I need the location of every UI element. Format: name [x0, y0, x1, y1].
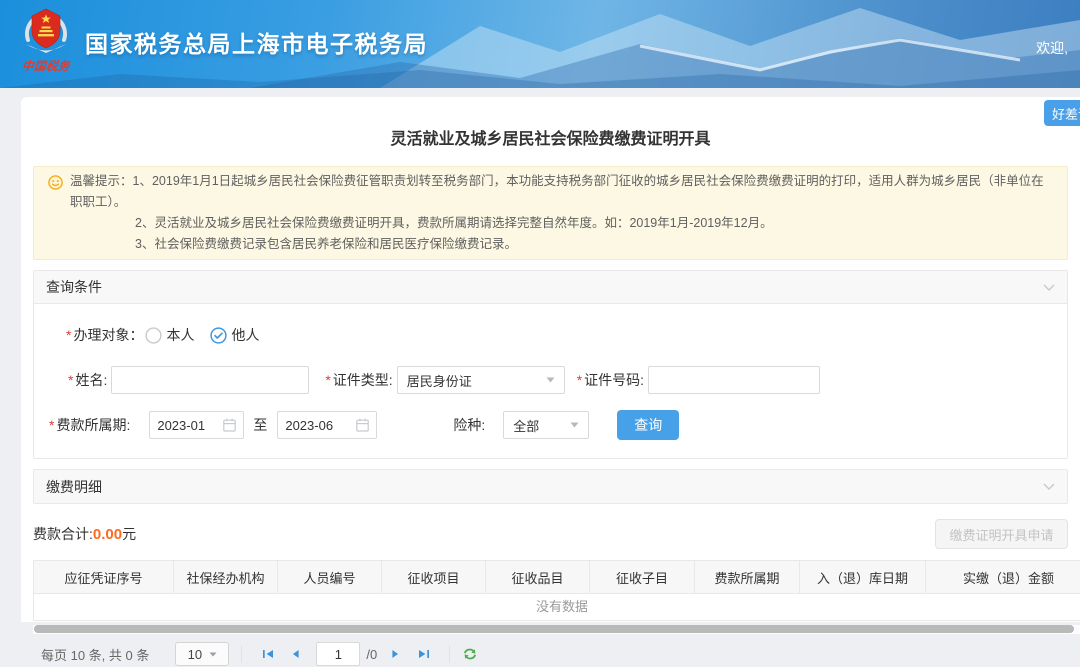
horizontal-scrollbar — [33, 625, 1080, 634]
query-section-header[interactable]: 查询条件 — [34, 271, 1067, 304]
column-header: 费款所属期 — [695, 561, 800, 593]
detail-section-header[interactable]: 缴费明细 — [34, 470, 1067, 503]
name-input[interactable] — [111, 366, 309, 394]
column-header: 实缴（退）金额 — [926, 561, 1080, 593]
cert-type-label: 证件类型: — [333, 370, 393, 390]
last-page-icon — [417, 648, 430, 660]
column-header: 征收品目 — [486, 561, 590, 593]
rating-button[interactable]: 好差评 — [1044, 100, 1080, 126]
caret-down-icon — [209, 652, 217, 657]
period-start-input[interactable]: 2023-01 — [149, 411, 244, 439]
query-form: * 办理对象： 本人 他人 * 姓名: — [34, 304, 1067, 458]
radio-unchecked-icon — [145, 327, 162, 344]
required-marker: * — [325, 372, 330, 388]
period-to-label: 至 — [253, 415, 267, 435]
caret-down-icon — [570, 422, 579, 428]
pagination-summary: 每页 10 条, 共 0 条 — [41, 645, 149, 664]
chevron-down-icon[interactable] — [1043, 483, 1055, 490]
total-value: 0.00 — [93, 526, 122, 543]
search-button[interactable]: 查询 — [617, 410, 679, 440]
required-marker: * — [577, 372, 582, 388]
horizontal-scrollbar-thumb[interactable] — [34, 625, 1074, 633]
radio-other[interactable]: 他人 — [210, 325, 259, 345]
next-page-button[interactable] — [384, 643, 406, 665]
radio-self[interactable]: 本人 — [145, 325, 194, 345]
last-page-button[interactable] — [412, 643, 434, 665]
detail-section-title: 缴费明细 — [46, 477, 102, 497]
notice-text-2: 2、灵活就业及城乡居民社会保险费缴费证明开具，费款所属期请选择完整自然年度。如：… — [135, 213, 1055, 234]
welcome-text: 欢迎, — [1036, 38, 1068, 58]
apply-certificate-button[interactable]: 缴费证明开具申请 — [935, 519, 1068, 549]
total-unit: 元 — [122, 524, 136, 544]
notice-text-1: 1、2019年1月1日起城乡居民社会保险费征管职责划转至税务部门，本功能支持税务… — [70, 174, 1044, 209]
cert-no-input[interactable] — [648, 366, 820, 394]
first-page-button[interactable] — [257, 643, 279, 665]
required-marker: * — [66, 327, 71, 343]
period-end-value: 2023-06 — [285, 418, 333, 433]
required-marker: * — [49, 417, 54, 433]
content-panel: 好差评 灵活就业及城乡居民社会保险费缴费证明开具 温馨提示：1、2019年1月1… — [21, 97, 1080, 622]
page-title: 灵活就业及城乡居民社会保险费缴费证明开具 — [21, 97, 1080, 149]
detail-section: 缴费明细 — [33, 469, 1068, 504]
column-header: 应征凭证序号 — [34, 561, 174, 593]
required-marker: * — [68, 372, 73, 388]
period-label: 费款所属期: — [56, 415, 130, 435]
first-page-icon — [262, 648, 275, 660]
site-header: 中国税务 国家税务总局上海市电子税务局 欢迎, — [0, 0, 1080, 88]
page-number-input[interactable] — [316, 642, 360, 666]
notice-box: 温馨提示：1、2019年1月1日起城乡居民社会保险费征管职责划转至税务部门，本功… — [33, 166, 1068, 260]
refresh-icon — [462, 646, 478, 662]
target-label: 办理对象： — [73, 325, 143, 345]
pagination-bar: 每页 10 条, 共 0 条 10 /0 — [41, 641, 1080, 667]
notice-line: 温馨提示：1、2019年1月1日起城乡居民社会保险费征管职责划转至税务部门，本功… — [70, 171, 1055, 213]
page-size-value: 10 — [188, 647, 202, 662]
tax-bureau-logo: 中国税务 — [14, 4, 78, 74]
insurance-label: 险种: — [453, 415, 485, 435]
table-header-row: 应征凭证序号 社保经办机构 人员编号 征收项目 征收品目 征收子目 费款所属期 … — [34, 561, 1080, 594]
radio-self-label: 本人 — [166, 325, 194, 345]
prev-page-button[interactable] — [285, 643, 307, 665]
site-title: 国家税务总局上海市电子税务局 — [85, 25, 428, 59]
insurance-value: 全部 — [513, 416, 539, 435]
pagination-divider — [241, 645, 242, 663]
radio-other-label: 他人 — [231, 325, 259, 345]
refresh-button[interactable] — [462, 646, 478, 662]
radio-checked-icon — [210, 327, 227, 344]
caret-down-icon — [546, 377, 555, 383]
column-header: 征收项目 — [382, 561, 486, 593]
cert-type-value: 居民身份证 — [407, 371, 472, 390]
notice-prefix: 温馨提示： — [70, 174, 133, 188]
insurance-select[interactable]: 全部 — [503, 411, 589, 439]
column-header: 征收子目 — [590, 561, 695, 593]
period-start-value: 2023-01 — [157, 418, 205, 433]
page-size-select[interactable]: 10 — [175, 642, 229, 666]
logo-caption: 中国税务 — [13, 58, 79, 74]
prev-page-icon — [290, 648, 302, 660]
tax-emblem-icon — [21, 4, 71, 54]
cert-no-label: 证件号码: — [584, 370, 644, 390]
payment-table: 应征凭证序号 社保经办机构 人员编号 征收项目 征收品目 征收子目 费款所属期 … — [33, 560, 1080, 621]
notice-text-3: 3、社会保险费缴费记录包含居民养老保险和居民医疗保险缴费记录。 — [135, 234, 1055, 255]
query-section: 查询条件 * 办理对象： 本人 — [33, 270, 1068, 459]
column-header: 入（退）库日期 — [800, 561, 926, 593]
period-end-input[interactable]: 2023-06 — [277, 411, 377, 439]
table-empty-message: 没有数据 — [34, 594, 1080, 620]
chevron-down-icon[interactable] — [1043, 284, 1055, 291]
calendar-icon — [223, 418, 236, 432]
column-header: 社保经办机构 — [174, 561, 278, 593]
total-label: 费款合计: — [33, 524, 93, 544]
query-section-title: 查询条件 — [46, 277, 102, 297]
total-row: 费款合计:0.00元 缴费证明开具申请 — [33, 519, 1068, 549]
pagination-divider — [449, 645, 450, 663]
name-label: 姓名: — [75, 370, 107, 390]
column-header: 人员编号 — [278, 561, 382, 593]
page-total: /0 — [366, 647, 377, 662]
cert-type-select[interactable]: 居民身份证 — [397, 366, 565, 394]
calendar-icon — [356, 418, 369, 432]
next-page-icon — [389, 648, 401, 660]
smiley-icon — [48, 175, 63, 190]
